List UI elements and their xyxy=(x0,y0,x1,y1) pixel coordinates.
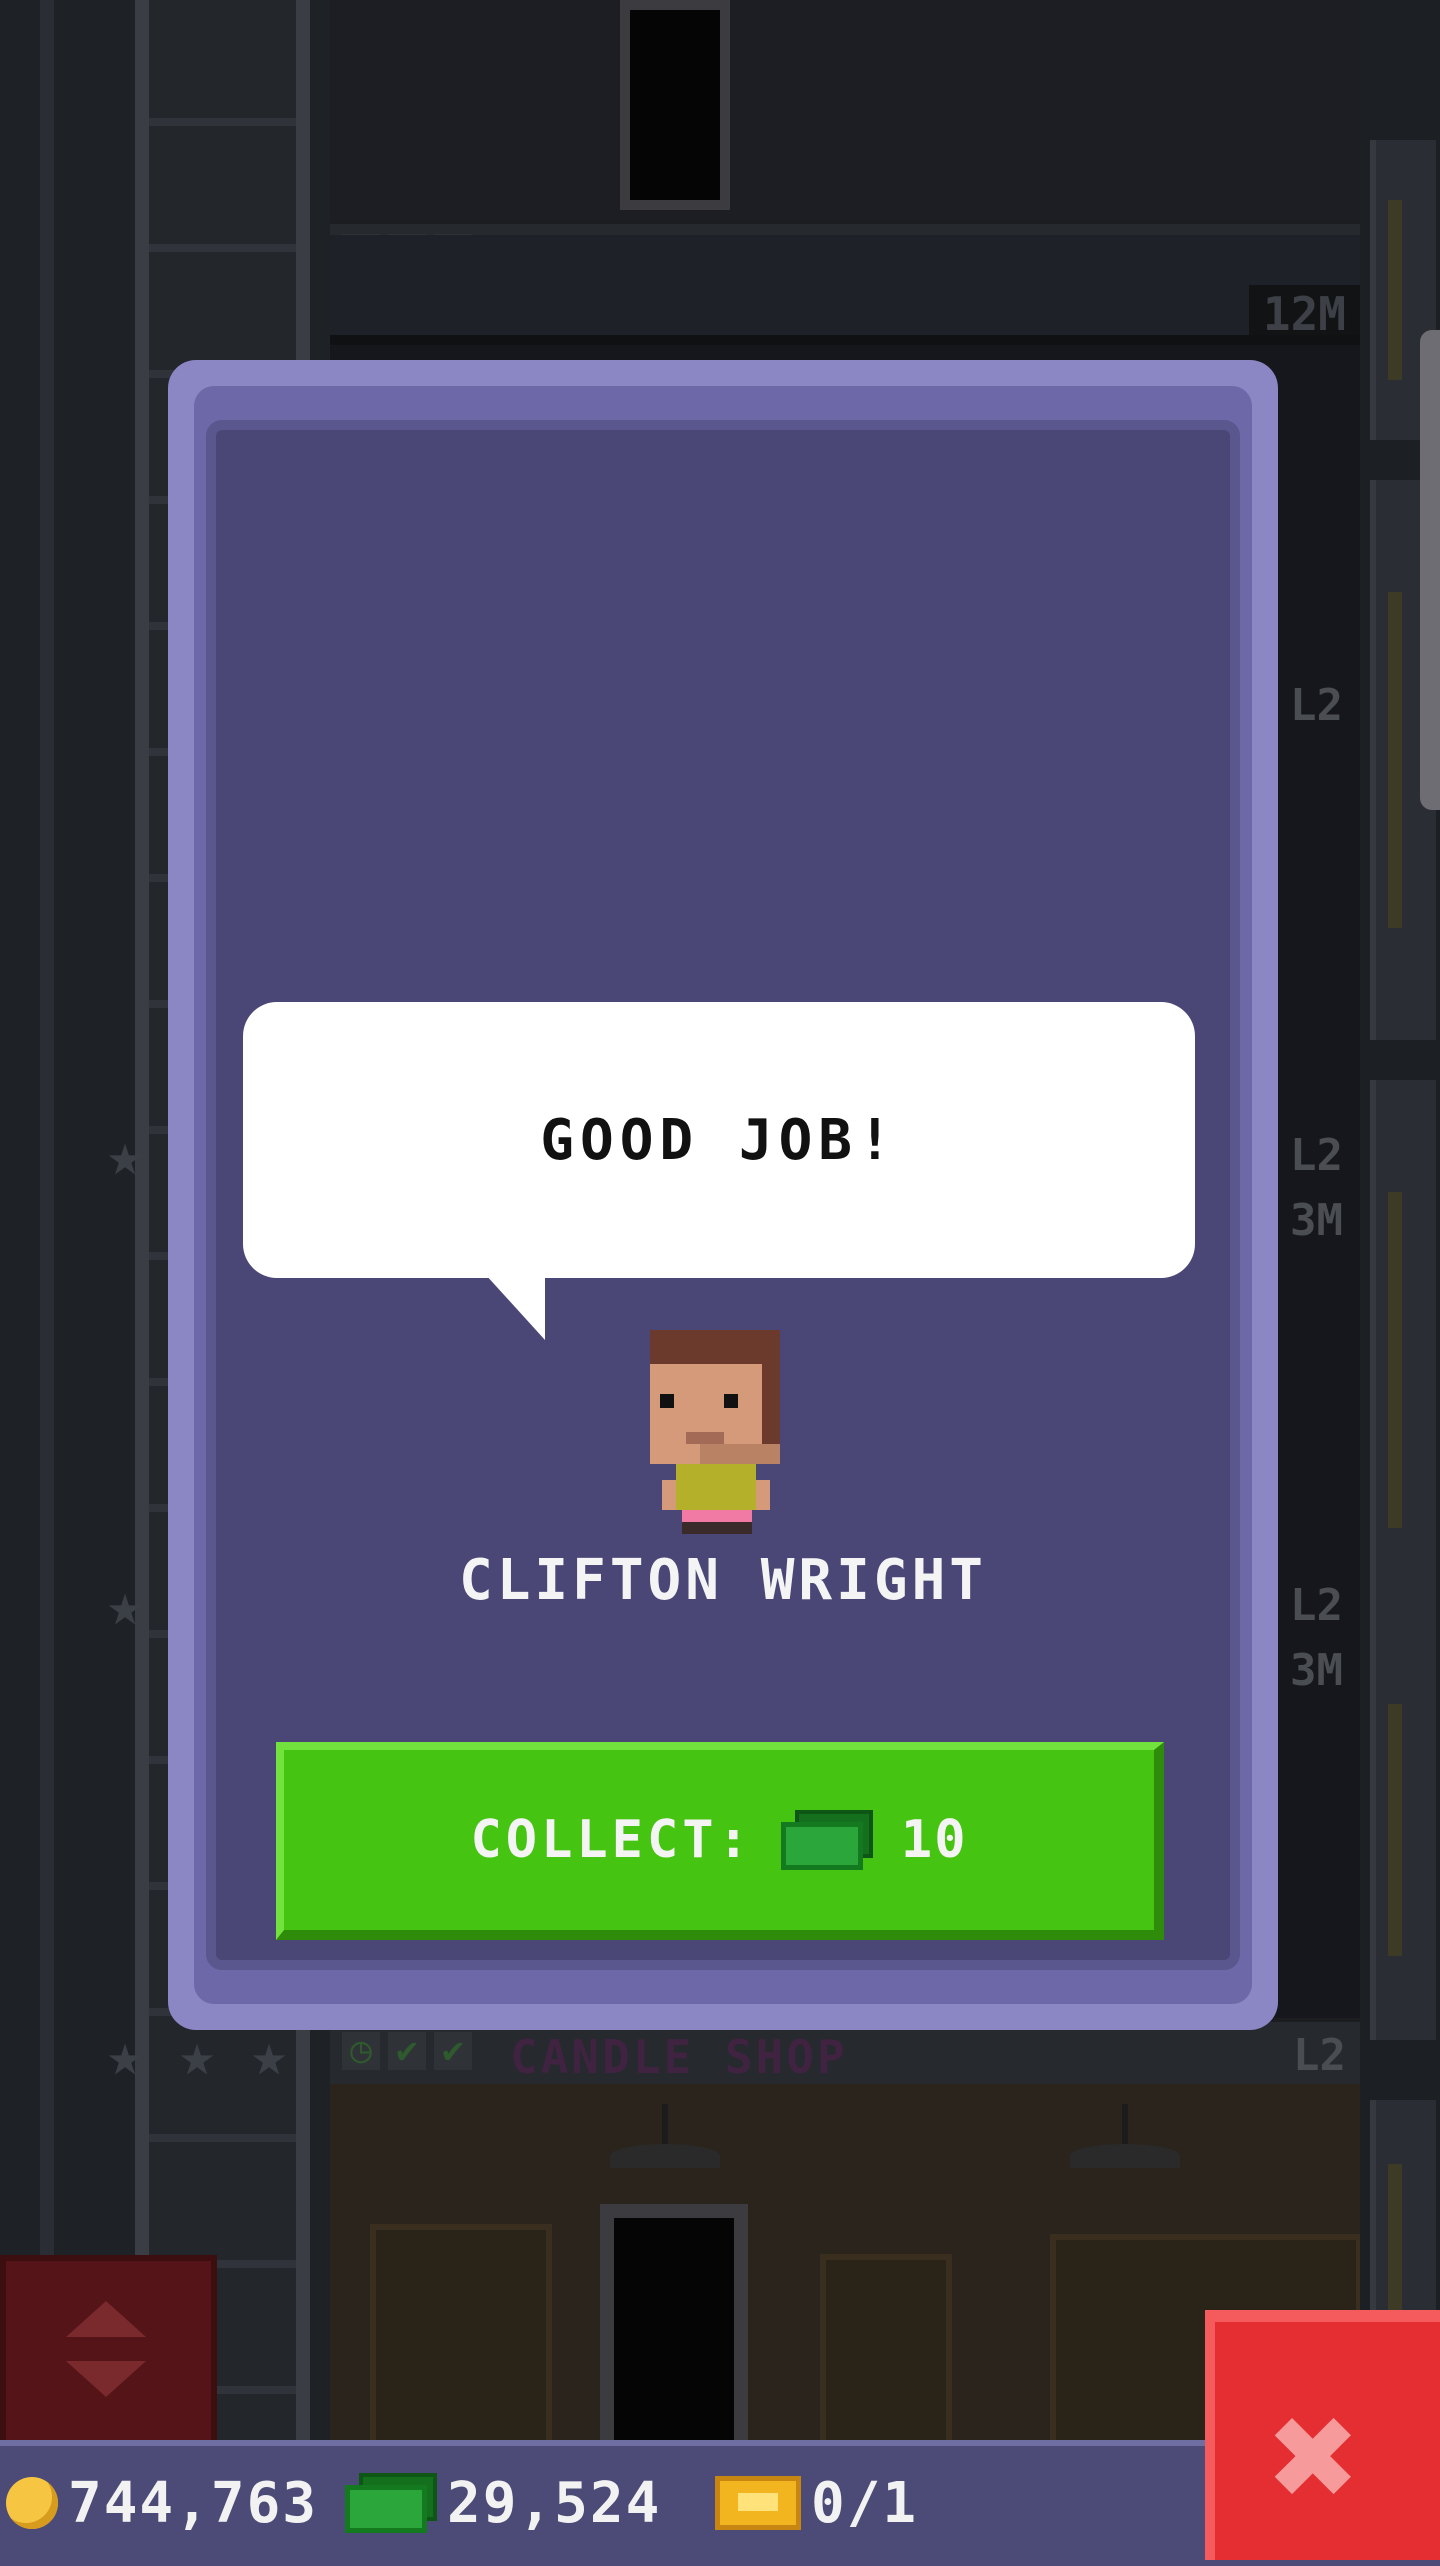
character-avatar xyxy=(646,1330,786,1535)
coin-icon xyxy=(6,2477,58,2529)
speech-bubble: GOOD JOB! xyxy=(243,1002,1195,1278)
vip-value: 0/1 xyxy=(811,2470,919,2536)
floor-value: 3M xyxy=(1290,1645,1343,1696)
floor-level: L2 xyxy=(1293,2030,1346,2081)
elevator-button[interactable] xyxy=(0,2255,217,2452)
clock-icon: ◷ xyxy=(342,2032,380,2070)
star-icon: ★ xyxy=(106,2020,144,2090)
collect-button[interactable]: COLLECT: 10 xyxy=(276,1742,1164,1940)
floor-stars: ★ xyxy=(95,1125,155,1185)
collect-amount: 10 xyxy=(900,1810,968,1870)
floor-level: L2 xyxy=(1290,680,1343,731)
star-icon: ★ xyxy=(106,1120,144,1190)
star-icon: ★ xyxy=(106,1570,144,1640)
vip-ticket-icon xyxy=(715,2476,801,2530)
floor-mini-golf[interactable]: ◷ ✔ ✔ MINI GOLF L2 12M xyxy=(330,0,1360,245)
check-icon: ✔ xyxy=(434,2032,472,2070)
floor-name: CANDLE SHOP xyxy=(510,2030,848,2084)
close-button[interactable]: ✖ xyxy=(1205,2310,1440,2560)
arrow-up-icon xyxy=(66,2301,146,2337)
floor-level: L2 xyxy=(1290,1580,1343,1631)
vip-counter: 0/1 xyxy=(715,2468,918,2538)
coins-counter: 744,763 xyxy=(6,2468,318,2538)
floor-status-icons: ◷ ✔ ✔ xyxy=(342,2032,472,2070)
floor-level: L2 xyxy=(1290,1130,1343,1181)
bux-icon xyxy=(345,2473,437,2533)
scroll-tab[interactable] xyxy=(1420,330,1440,810)
floor-value: 3M xyxy=(1290,1195,1343,1246)
floor-stars: ★ xyxy=(95,1575,155,1635)
star-icon: ★ xyxy=(250,2020,288,2090)
star-icon: ★ xyxy=(178,2020,216,2090)
arrow-down-icon xyxy=(66,2361,146,2397)
check-icon: ✔ xyxy=(388,2032,426,2070)
bux-counter: 29,524 xyxy=(345,2468,661,2538)
floor-stars: ★ ★ ★ xyxy=(95,2025,299,2085)
coins-value: 744,763 xyxy=(68,2470,319,2536)
floor-value: 12M xyxy=(1248,285,1360,335)
bux-value: 29,524 xyxy=(447,2470,662,2536)
collect-label: COLLECT: xyxy=(470,1810,753,1870)
speech-text: GOOD JOB! xyxy=(540,1107,898,1173)
reward-dialog: GOOD JOB! CLIFTON WRIGHT COLLECT: 10 xyxy=(168,360,1278,2030)
character-name: CLIFTON WRIGHT xyxy=(458,1548,987,1613)
bux-icon xyxy=(780,1810,873,1870)
close-icon: ✖ xyxy=(1270,2370,1361,2544)
